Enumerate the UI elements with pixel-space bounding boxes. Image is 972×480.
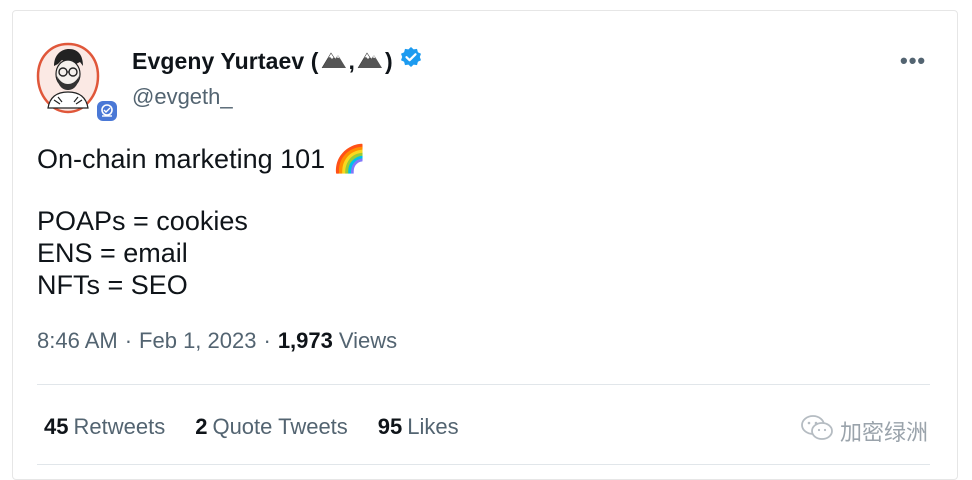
tweet-time[interactable]: 8:46 AM (37, 328, 118, 354)
author-name-separator: , (348, 47, 356, 74)
likes-stat[interactable]: 95 Likes (378, 414, 459, 440)
affiliate-badge-icon[interactable] (95, 99, 119, 123)
likes-label: Likes (407, 414, 459, 439)
tweet-date[interactable]: Feb 1, 2023 (139, 328, 256, 354)
tweet-text-line: On-chain marketing 101 🌈 (37, 144, 367, 174)
tweet-meta: 8:46 AM · Feb 1, 2023 · 1,973 Views (37, 328, 397, 354)
author-name-row[interactable]: Evgeny Yurtaev ( , ) (132, 46, 423, 76)
avatar-image (36, 42, 100, 114)
retweets-stat[interactable]: 45 Retweets (44, 414, 165, 440)
watermark-text: 加密绿洲 (840, 420, 929, 445)
tweet-text-line: ENS = email (37, 238, 188, 268)
author-handle[interactable]: @evgeth_ (132, 84, 233, 110)
tweet-text-line: POAPs = cookies (37, 206, 248, 236)
mountain-emoji-icon (321, 47, 347, 75)
author-name-end: ) (385, 47, 393, 74)
quotes-label: Quote Tweets (212, 414, 348, 439)
views-label[interactable]: Views (339, 328, 397, 354)
meta-separator: · (263, 328, 271, 353)
tweet-text: On-chain marketing 101 🌈 POAPs = cookies… (37, 143, 366, 301)
wechat-icon (800, 414, 834, 448)
author-name[interactable]: Evgeny Yurtaev ( (132, 48, 319, 75)
retweets-count: 45 (44, 414, 69, 439)
avatar[interactable] (36, 42, 100, 114)
tweet-text-line: NFTs = SEO (37, 270, 188, 300)
tweet-stats: 45 Retweets 2 Quote Tweets 95 Likes (44, 414, 489, 440)
meta-separator: · (124, 328, 133, 353)
likes-count: 95 (377, 414, 403, 439)
verified-badge-icon (399, 46, 423, 76)
more-options-icon[interactable]: ••• (900, 48, 926, 74)
divider (37, 384, 930, 385)
retweets-label: Retweets (73, 414, 166, 439)
views-count[interactable]: 1,973 (278, 328, 333, 354)
mountain-emoji-icon (357, 47, 383, 75)
quote-tweets-stat[interactable]: 2 Quote Tweets (195, 414, 348, 440)
tweet-text-gap (37, 175, 366, 205)
quotes-count: 2 (195, 414, 208, 439)
divider (37, 464, 930, 465)
watermark: 加密绿洲 (800, 414, 928, 448)
